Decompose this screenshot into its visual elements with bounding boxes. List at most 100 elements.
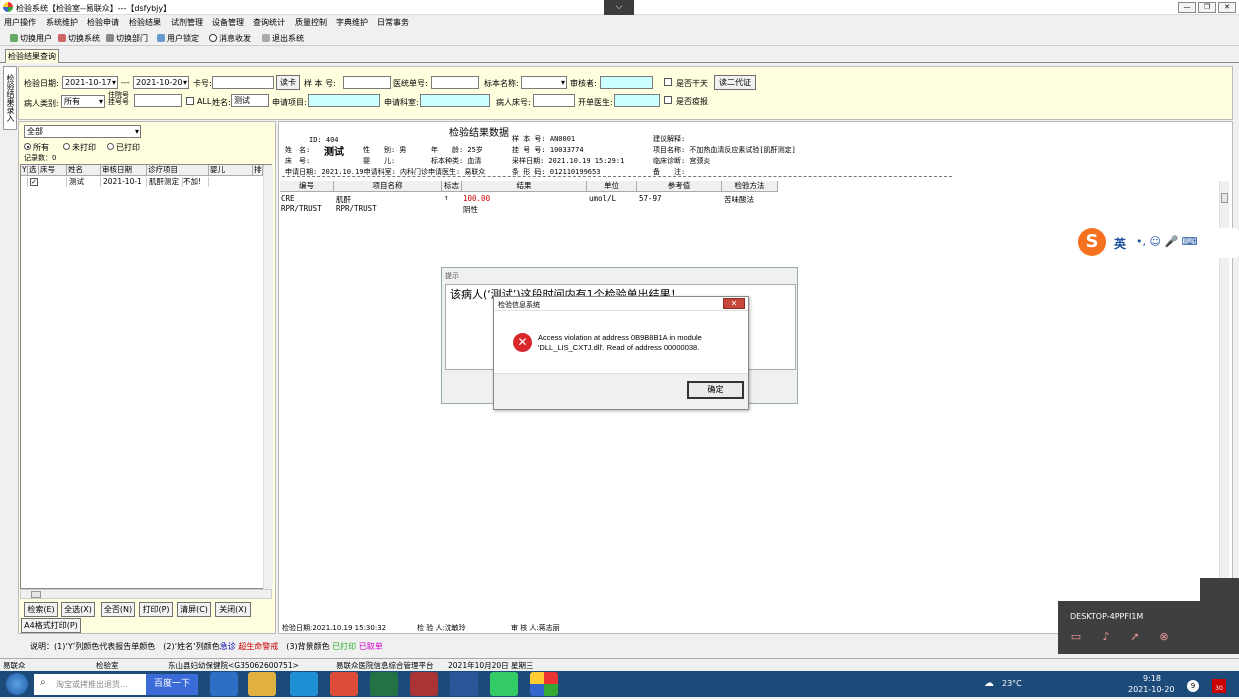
restore-button[interactable]: ❐ xyxy=(1198,2,1216,13)
tab-result-query[interactable]: 检验结果查询 xyxy=(5,49,59,63)
switch-dept-button[interactable]: 切换部门 xyxy=(106,33,148,44)
scope-select[interactable]: 全部 xyxy=(24,125,141,138)
result-value[interactable]: 阴性 xyxy=(463,204,478,215)
col-method[interactable]: 检验方法 xyxy=(722,181,778,192)
minimize-button[interactable]: — xyxy=(1178,2,1196,13)
remote-app-icon[interactable] xyxy=(490,672,518,696)
print-button[interactable]: 打印(P) xyxy=(139,602,173,617)
card-input[interactable] xyxy=(212,76,274,89)
close-button[interactable]: 关闭(X) xyxy=(215,602,251,617)
patient-type-select[interactable]: 所有 xyxy=(61,95,105,108)
menu-user-ops[interactable]: 用户操作 xyxy=(4,17,36,28)
lis-app-icon[interactable] xyxy=(530,672,558,696)
menu-daily[interactable]: 日常事务 xyxy=(377,17,409,28)
col-ref[interactable]: 参考值 xyxy=(637,181,722,192)
col-result[interactable]: 结果 xyxy=(462,181,587,192)
search-button[interactable]: 检索(E) xyxy=(24,602,58,617)
close-icon[interactable]: ⊗ xyxy=(1156,630,1172,644)
radio-printed[interactable] xyxy=(107,143,114,150)
chevron-down-icon[interactable]: ⌵ xyxy=(604,0,634,15)
col-select[interactable]: 选 xyxy=(28,165,39,176)
dry-checkbox[interactable] xyxy=(664,78,672,86)
result-value[interactable]: 100.00 xyxy=(463,194,490,203)
ime-toolbar[interactable]: S 英 •, ☺ 🎤 ⌨ xyxy=(1076,228,1239,258)
menu-quality[interactable]: 质量控制 xyxy=(295,17,327,28)
request-dept-input[interactable] xyxy=(420,94,490,107)
ime-tools[interactable]: •, ☺ 🎤 ⌨ xyxy=(1136,235,1198,248)
col-more[interactable]: 排 xyxy=(253,165,263,176)
col-bed[interactable]: 床号 xyxy=(39,165,67,176)
menu-test-request[interactable]: 检验申请 xyxy=(87,17,119,28)
start-button-icon[interactable] xyxy=(6,673,28,695)
chrome-icon[interactable] xyxy=(330,672,358,696)
col-date[interactable]: 审核日期 xyxy=(101,165,147,176)
barcode-input[interactable] xyxy=(134,94,182,107)
menu-device[interactable]: 设备管理 xyxy=(212,17,244,28)
ime-mode[interactable]: 英 xyxy=(1114,235,1126,252)
date-to-picker[interactable]: 2021-10-20 xyxy=(133,76,189,89)
folder-icon[interactable] xyxy=(248,672,276,696)
remote-handle[interactable] xyxy=(1200,578,1239,601)
col-baby[interactable]: 婴儿 xyxy=(209,165,253,176)
left-vertical-scrollbar[interactable] xyxy=(263,165,273,589)
excel-icon[interactable] xyxy=(370,672,398,696)
col-item[interactable]: 诊疗项目 xyxy=(147,165,209,176)
select-all-button[interactable]: 全选(X) xyxy=(61,602,95,617)
all-checkbox[interactable] xyxy=(186,97,194,105)
name-input[interactable]: 测试 xyxy=(231,94,269,107)
ie-icon[interactable] xyxy=(210,672,238,696)
tab-result-entry[interactable]: 检验结果录入 xyxy=(3,66,17,130)
radio-unprinted[interactable] xyxy=(63,143,70,150)
action-center-badge[interactable]: 30 xyxy=(1212,679,1226,693)
switch-user-button[interactable]: 切换用户 xyxy=(10,33,52,44)
error-close-button[interactable]: ✕ xyxy=(723,298,745,309)
menu-dictionary[interactable]: 字典维护 xyxy=(336,17,368,28)
row-checkbox[interactable]: ✓ xyxy=(30,178,38,186)
notification-count-badge[interactable]: 9 xyxy=(1187,680,1199,692)
request-item-input[interactable] xyxy=(308,94,380,107)
date-from-picker[interactable]: 2021-10-17 xyxy=(62,76,118,89)
switch-system-button[interactable]: 切换系统 xyxy=(58,33,100,44)
specimen-select[interactable] xyxy=(521,76,567,89)
taskbar-search-input[interactable]: 淘宝或拷推出退货... xyxy=(34,674,146,695)
exit-system-button[interactable]: 退出系统 xyxy=(262,33,304,44)
result-code[interactable]: CRE xyxy=(281,194,295,203)
read-card-button[interactable]: 读卡 xyxy=(276,75,300,90)
sample-input[interactable] xyxy=(343,76,391,89)
a4-print-button[interactable]: A4格式打印(P) xyxy=(21,618,81,633)
col-unit[interactable]: 单位 xyxy=(587,181,637,192)
scroll-thumb[interactable] xyxy=(1221,193,1228,203)
menu-reagent[interactable]: 试剂管理 xyxy=(171,17,203,28)
baidu-search-button[interactable]: 百度一下 xyxy=(146,674,198,695)
scroll-thumb[interactable] xyxy=(31,591,41,598)
menu-system-maint[interactable]: 系统维护 xyxy=(46,17,78,28)
col-code[interactable]: 编号 xyxy=(280,181,334,192)
select-none-button[interactable]: 全否(N) xyxy=(101,602,135,617)
clear-button[interactable]: 清屏(C) xyxy=(177,602,211,617)
ok-button[interactable]: 确定 xyxy=(687,381,744,399)
chat-icon[interactable]: ▭ xyxy=(1068,630,1084,644)
pointer-icon[interactable]: ➚ xyxy=(1127,630,1143,644)
left-horizontal-scrollbar[interactable] xyxy=(20,589,272,599)
bed-input[interactable] xyxy=(533,94,575,107)
col-y[interactable]: Y xyxy=(21,165,28,176)
database-icon[interactable] xyxy=(410,672,438,696)
lock-user-button[interactable]: 用户锁定 xyxy=(157,33,199,44)
messages-button[interactable]: 消息收发 xyxy=(209,33,251,44)
weather-icon[interactable]: ☁ xyxy=(984,678,994,689)
col-name[interactable]: 姓名 xyxy=(67,165,101,176)
result-code[interactable]: RPR/TRUST xyxy=(281,204,322,213)
microphone-icon[interactable]: ♪ xyxy=(1098,630,1114,644)
menu-test-result[interactable]: 检验结果 xyxy=(129,17,161,28)
edge-icon[interactable] xyxy=(290,672,318,696)
col-flag[interactable]: 标志 xyxy=(442,181,462,192)
menu-query-stats[interactable]: 查询统计 xyxy=(253,17,285,28)
insurance-input[interactable] xyxy=(431,76,479,89)
auditor-input[interactable] xyxy=(600,76,653,89)
close-window-button[interactable]: ✕ xyxy=(1218,2,1236,13)
word-icon[interactable] xyxy=(450,672,478,696)
epidemic-checkbox[interactable] xyxy=(664,96,672,104)
cell-name[interactable]: 测试 xyxy=(67,177,101,187)
doctor-input[interactable] xyxy=(614,94,660,107)
radio-all[interactable] xyxy=(24,143,31,150)
